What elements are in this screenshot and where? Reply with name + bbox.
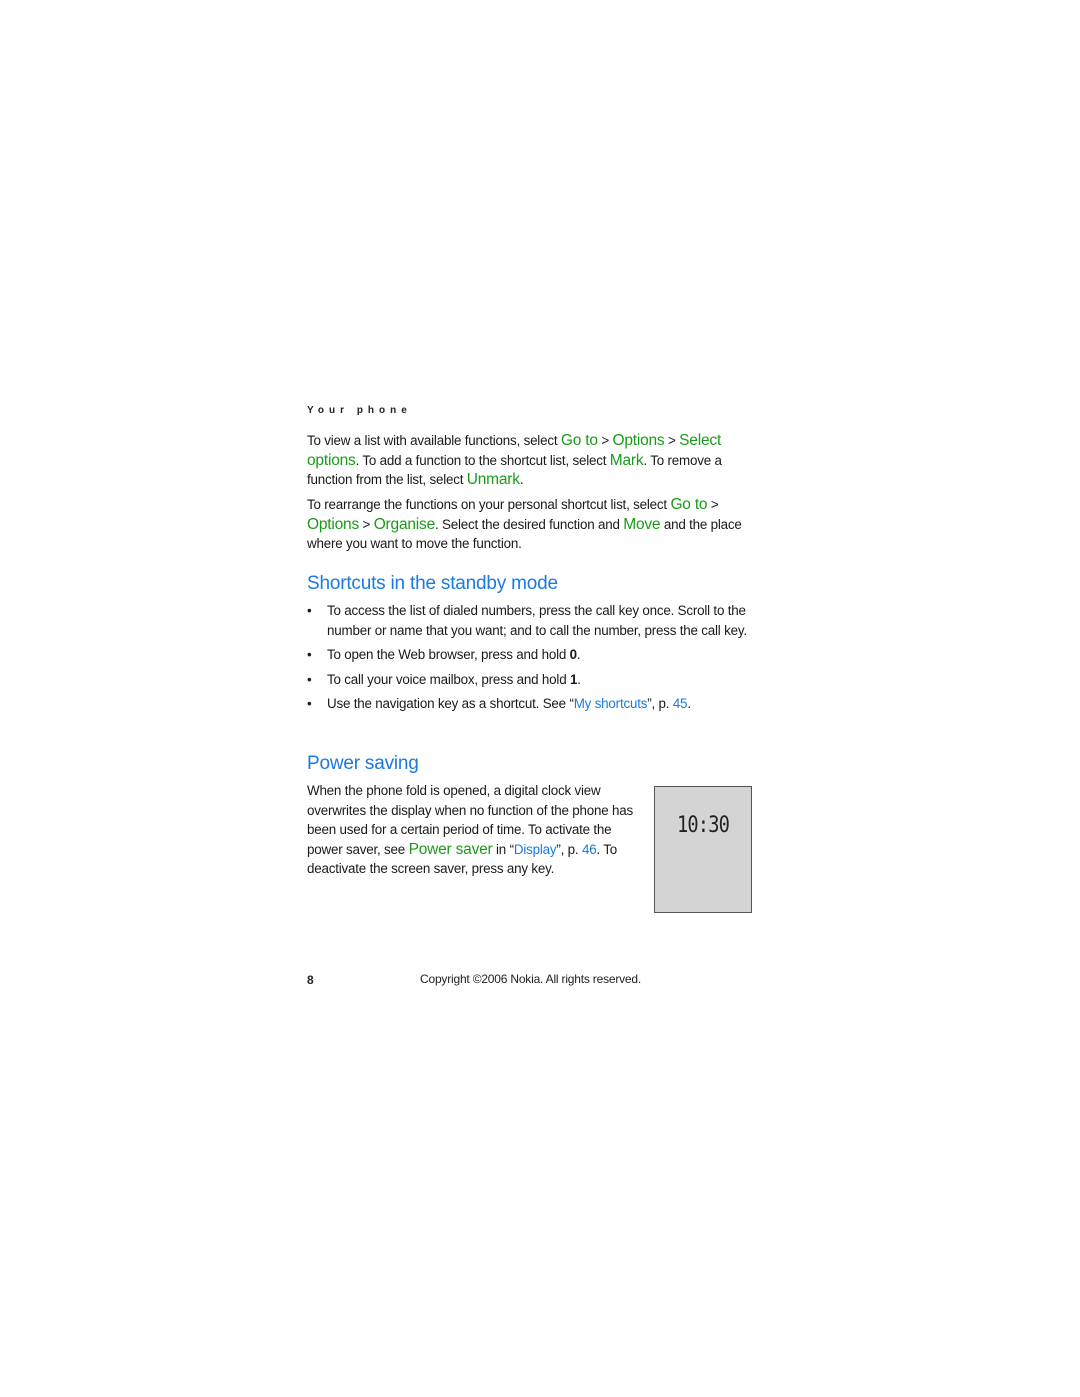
text: . [576, 647, 581, 663]
menu-move: Move [623, 515, 661, 533]
separator: > [707, 497, 719, 512]
menu-power-saver: Power saver [408, 840, 493, 858]
text: To open the Web browser, press and hold [327, 647, 570, 663]
text: . Select the desired function and [435, 516, 624, 532]
menu-options: Options [307, 515, 360, 533]
text: To call your voice mailbox, press and ho… [327, 671, 570, 687]
text: . [577, 671, 581, 687]
list-item: • Use the navigation key as a shortcut. S… [307, 694, 757, 714]
separator: > [597, 433, 613, 448]
power-saving-heading: Power saving [307, 753, 419, 774]
power-saving-paragraph: When the phone fold is opened, a digital… [307, 781, 642, 879]
bullet-icon: • [307, 603, 312, 618]
text: . [687, 696, 691, 712]
menu-unmark: Unmark [466, 471, 520, 489]
text: ”, p. [647, 696, 673, 712]
key-label: 0 [569, 647, 577, 663]
text: Use the navigation key as a shortcut. Se… [327, 696, 574, 712]
bullet-icon: • [307, 647, 312, 663]
clock-screen-illustration: 10:30 [654, 786, 752, 913]
text: . To add a function to the shortcut list… [355, 452, 610, 468]
text: ”, p. [556, 841, 582, 857]
text: To view a list with available functions,… [307, 433, 561, 448]
shortcuts-heading: Shortcuts in the standby mode [307, 573, 558, 594]
my-shortcuts-link[interactable]: My shortcuts [574, 696, 648, 711]
menu-options: Options [612, 432, 665, 449]
page-number: 8 [307, 973, 314, 987]
intro-paragraph-2: To rearrange the functions on your perso… [307, 495, 757, 554]
list-item: • To call your voice mailbox, press and h… [307, 670, 757, 690]
text: in “ [492, 841, 514, 857]
list-item: • To open the Web browser, press and hold… [307, 645, 757, 665]
text: To rearrange the functions on your perso… [307, 497, 671, 512]
menu-mark: Mark [609, 451, 644, 469]
menu-goto: Go to [670, 496, 708, 513]
display-link[interactable]: Display [514, 842, 557, 857]
page-link-46[interactable]: 46 [582, 842, 597, 857]
page-link-45[interactable]: 45 [673, 696, 688, 711]
bullet-icon: • [307, 696, 312, 712]
digital-clock: 10:30 [676, 813, 730, 838]
intro-paragraph-1: To view a list with available functions,… [307, 431, 757, 490]
separator: > [664, 433, 680, 448]
text: . [519, 472, 524, 488]
bullet-icon: • [307, 671, 312, 687]
shortcuts-list: • To access the list of dialed numbers, p… [307, 601, 757, 719]
menu-organise: Organise [373, 515, 435, 533]
menu-goto: Go to [560, 432, 598, 449]
text: To access the list of dialed numbers, pr… [327, 603, 747, 638]
section-header: Your phone [307, 405, 412, 416]
copyright-notice: Copyright ©2006 Nokia. All rights reserv… [420, 972, 642, 986]
list-item: • To access the list of dialed numbers, p… [307, 601, 757, 640]
separator: > [359, 516, 374, 532]
